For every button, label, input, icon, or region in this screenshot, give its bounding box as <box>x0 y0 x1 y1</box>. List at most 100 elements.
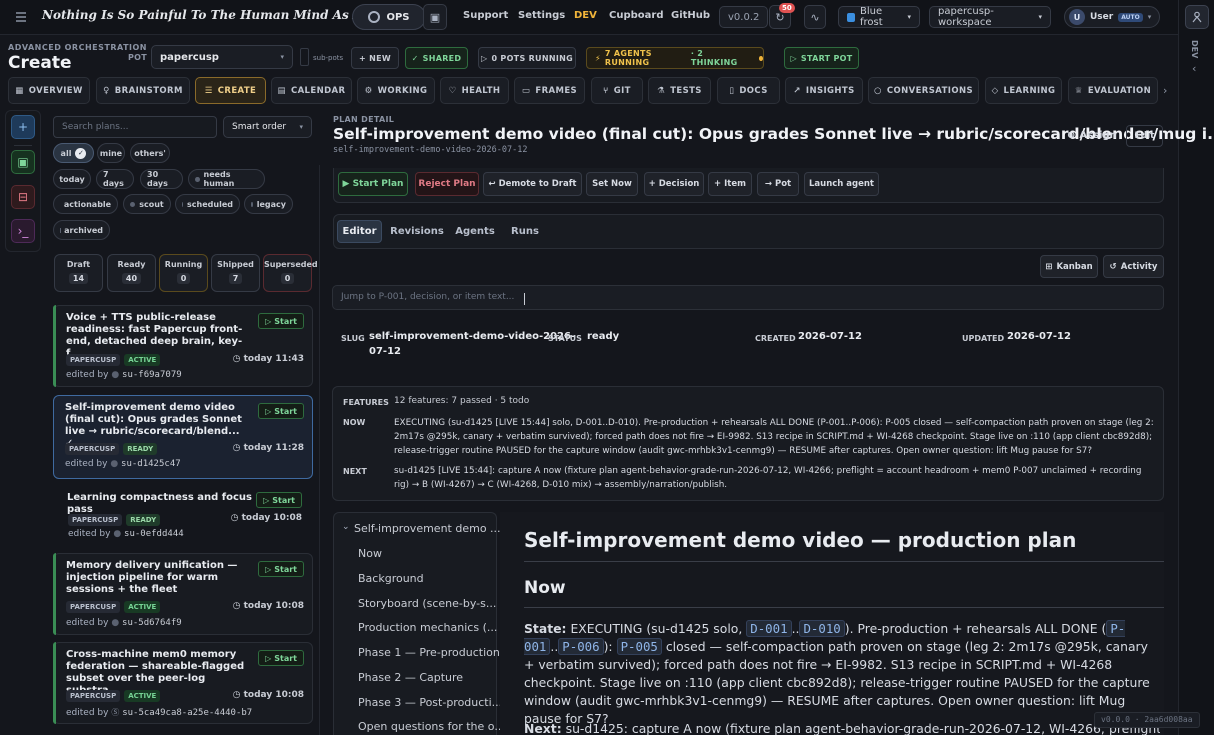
tab-tests[interactable]: ⚗ TESTS <box>648 77 711 104</box>
new-button[interactable]: + NEW <box>351 47 399 69</box>
demote-button[interactable]: ↩ Demote to Draft <box>483 172 582 196</box>
kanban-button[interactable]: ⊞ Kanban <box>1040 255 1098 278</box>
add-icon[interactable]: + <box>11 115 35 139</box>
pot-select[interactable]: papercusp ▾ <box>151 45 293 69</box>
filter-scheduled[interactable]: scheduled <box>175 194 240 214</box>
tab-git[interactable]: ⑂ GIT <box>591 77 643 104</box>
tab-working[interactable]: ⚙ WORKING <box>357 77 435 104</box>
launch-agent-button[interactable]: Launch agent <box>804 172 879 196</box>
filter-actionable[interactable]: actionable <box>53 194 118 214</box>
toc-item[interactable]: Phase 1 — Pre-production <box>358 646 500 659</box>
filter-all[interactable]: all ✓ <box>53 143 94 163</box>
plan-card[interactable]: Cross-machine mem0 memory federation — s… <box>53 642 313 724</box>
user-menu[interactable]: U User AUTO ▾ <box>1064 6 1160 28</box>
tab-conversations[interactable]: ○ CONVERSATIONS <box>868 77 979 104</box>
theme-select[interactable]: Blue frost ▾ <box>838 6 920 28</box>
add-item-button[interactable]: + Item <box>708 172 752 196</box>
tab-create[interactable]: ☰ CREATE <box>195 77 266 104</box>
filter-others[interactable]: others' <box>130 143 170 163</box>
plan-card[interactable]: Memory delivery unification — injection … <box>53 553 313 635</box>
person-icon[interactable] <box>1185 5 1209 29</box>
start-button[interactable]: ▷ Start <box>258 403 304 419</box>
nav-support[interactable]: Support <box>463 10 508 21</box>
start-button[interactable]: ▷ Start <box>258 650 304 666</box>
pots-running-button[interactable]: ▷ 0 POTS RUNNING <box>478 47 576 69</box>
toc-item[interactable]: Open questions for the o... <box>358 720 505 733</box>
toc-item[interactable]: Phase 2 — Capture <box>358 671 463 684</box>
filter-today[interactable]: today <box>53 169 91 189</box>
nav-settings[interactable]: Settings <box>518 10 565 21</box>
stat-shipped[interactable]: Shipped 7 <box>211 254 260 292</box>
subpots-checkbox[interactable] <box>300 48 309 66</box>
start-button[interactable]: ▷ Start <box>258 313 304 329</box>
stat-running[interactable]: Running 0 <box>159 254 208 292</box>
toc-item[interactable]: Background <box>358 572 424 585</box>
terminal-icon[interactable]: ›_ <box>11 219 35 243</box>
plan-card[interactable]: Voice + TTS public-release readiness: fa… <box>53 305 313 387</box>
filter-7-days[interactable]: 7 days <box>96 169 134 189</box>
tab-health[interactable]: ♡ HEALTH <box>440 77 509 104</box>
tab-editor[interactable]: Editor <box>337 220 382 243</box>
nav-github[interactable]: GitHub <box>671 10 710 21</box>
pot-tag: PAPERCUSP <box>68 514 123 526</box>
pulse-icon[interactable]: ∿ <box>804 5 826 29</box>
filter-scout[interactable]: scout <box>123 194 171 214</box>
tab-frames[interactable]: ▭ FRAMES <box>514 77 585 104</box>
assign-button[interactable]: ⊕ Assign <box>1067 130 1117 141</box>
move-to-pot-button[interactable]: → Pot <box>757 172 799 196</box>
jump-input[interactable]: Jump to P-001, decision, or item text... <box>332 285 1164 310</box>
plan-card-selected[interactable]: Self-improvement demo video (final cut):… <box>53 395 313 479</box>
toc-item[interactable]: Now <box>358 547 382 560</box>
start-plan-button[interactable]: ▶ Start Plan <box>338 172 408 196</box>
toc-item[interactable]: Production mechanics (... <box>358 621 497 634</box>
branch-icon: ⑂ <box>603 85 609 96</box>
start-button[interactable]: ▷ Start <box>258 561 304 577</box>
add-decision-button[interactable]: + Decision <box>644 172 704 196</box>
edit-button[interactable]: Edit <box>1126 125 1163 147</box>
tab-brainstorm[interactable]: ♀ BRAINSTORM <box>96 77 190 104</box>
inbox-icon[interactable]: ⊟ <box>11 185 35 209</box>
reject-plan-button[interactable]: Reject Plan <box>415 172 479 196</box>
nav-cupboard[interactable]: Cupboard <box>609 10 663 21</box>
menu-icon[interactable] <box>14 10 28 24</box>
tab-evaluation[interactable]: ♕ EVALUATION <box>1068 77 1158 104</box>
tab-docs[interactable]: ▯ DOCS <box>717 77 780 104</box>
toc-item[interactable]: Storyboard (scene-by-s... <box>358 597 496 610</box>
tab-agents[interactable]: Agents <box>453 220 497 243</box>
shared-toggle[interactable]: ✓ SHARED <box>405 47 468 69</box>
filter-30-days[interactable]: 30 days <box>140 169 183 189</box>
nav-dev[interactable]: DEV <box>574 10 597 21</box>
stat-ready[interactable]: Ready 40 <box>107 254 156 292</box>
tab-revisions[interactable]: Revisions <box>390 220 444 243</box>
filter-mine[interactable]: mine <box>97 143 125 163</box>
start-button[interactable]: ▷ Start <box>256 492 302 508</box>
filter-legacy[interactable]: legacy <box>244 194 293 214</box>
image-icon[interactable]: ▣ <box>423 4 447 30</box>
tab-overview[interactable]: ▦ OVERVIEW <box>8 77 90 104</box>
search-input[interactable]: Search plans... <box>53 116 217 138</box>
heart-icon: ♡ <box>448 85 457 96</box>
chevron-left-icon[interactable]: ‹ <box>1192 62 1196 75</box>
tab-calendar[interactable]: ▤ CALENDAR <box>271 77 352 104</box>
tab-runs[interactable]: Runs <box>508 220 542 243</box>
tab-insights[interactable]: ↗ INSIGHTS <box>785 77 863 104</box>
stat-superseded[interactable]: Superseded 0 <box>263 254 318 292</box>
filter-needs-human[interactable]: needs human <box>188 169 265 189</box>
agents-running-button[interactable]: ⚡ 7 AGENTS RUNNING · 2 THINKING <box>586 47 764 69</box>
stat-draft[interactable]: Draft 14 <box>54 254 103 292</box>
plan-card[interactable]: Learning compactness and focus pass ▷ Sta… <box>53 487 313 545</box>
toc-item[interactable]: Phase 3 — Post-producti... <box>358 696 502 709</box>
check-icon: ✓ <box>75 147 87 159</box>
order-select[interactable]: Smart order ▾ <box>223 116 312 138</box>
activity-button[interactable]: ↺ Activity <box>1103 255 1164 278</box>
workspace-select[interactable]: papercusp-workspace ▾ <box>929 6 1051 28</box>
chevron-down-icon[interactable]: ⌄ <box>342 522 350 532</box>
clipboard-icon[interactable]: ▣ <box>11 150 35 174</box>
filter-archived[interactable]: archived <box>53 220 110 240</box>
chevron-right-icon[interactable]: › <box>1163 84 1167 97</box>
start-pot-button[interactable]: ▷ START POT <box>784 47 859 69</box>
ops-button[interactable]: OPS <box>352 4 426 30</box>
tab-learning[interactable]: ◇ LEARNING <box>985 77 1062 104</box>
toc-root[interactable]: Self-improvement demo ... <box>354 522 501 535</box>
set-now-button[interactable]: Set Now <box>586 172 638 196</box>
